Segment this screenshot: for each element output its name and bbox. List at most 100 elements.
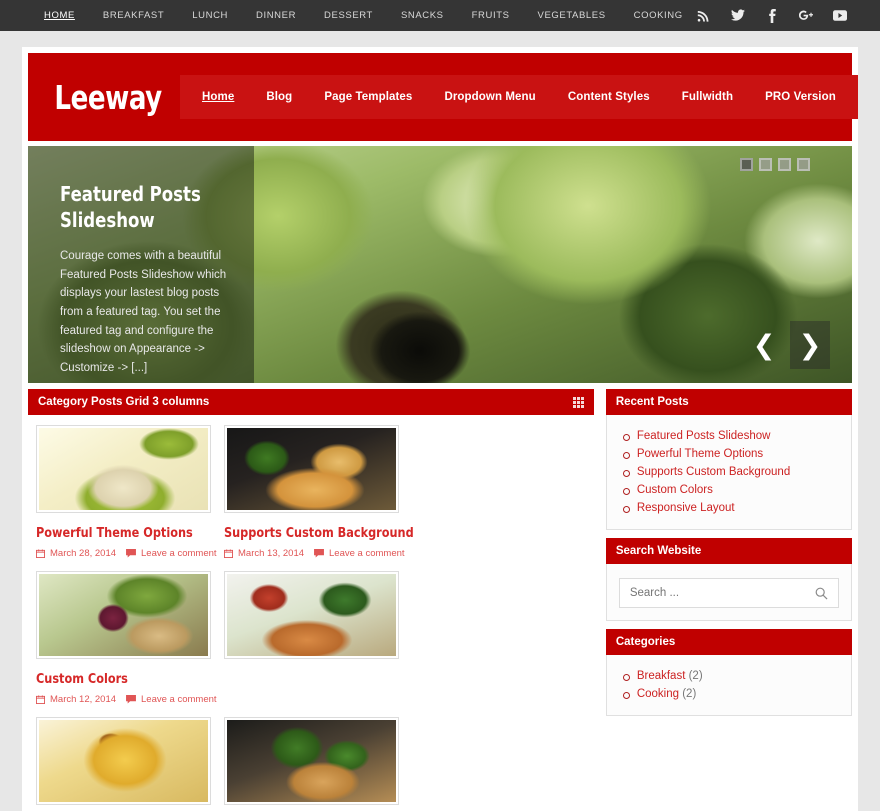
- post-card: [224, 571, 399, 705]
- nav-item-pro-version[interactable]: PRO Version: [749, 91, 852, 103]
- topnav-item-dinner[interactable]: DINNER: [242, 10, 310, 21]
- list-item[interactable]: Breakfast (2): [607, 667, 851, 685]
- topnav-item-vegetables[interactable]: VEGETABLES: [524, 10, 620, 21]
- topnav-item-lunch[interactable]: LUNCH: [178, 10, 242, 21]
- post-card: Supports Custom Background March 13, 201…: [224, 425, 414, 559]
- slide-pager: [740, 158, 810, 171]
- widget-search: Search Website: [605, 538, 852, 621]
- widget-title: Recent Posts: [605, 389, 852, 415]
- nav-item-blog[interactable]: Blog: [250, 91, 308, 103]
- social-links: [697, 8, 869, 23]
- recent-post-link[interactable]: Responsive Layout: [637, 502, 735, 514]
- post-thumbnail[interactable]: [224, 717, 399, 805]
- slide-title[interactable]: Featured Posts Slideshow: [60, 182, 218, 233]
- recent-post-link[interactable]: Powerful Theme Options: [637, 448, 763, 460]
- featured-posts-slideshow: Featured Posts Slideshow Courage comes w…: [28, 146, 852, 383]
- post-title[interactable]: Powerful Theme Options: [36, 525, 199, 541]
- main-column: Category Posts Grid 3 columns Powerful T…: [28, 389, 594, 805]
- search-form: [618, 578, 839, 608]
- post-title[interactable]: Custom Colors: [36, 671, 199, 687]
- chevron-left-icon[interactable]: ❮: [744, 321, 784, 369]
- recent-post-link[interactable]: Featured Posts Slideshow: [637, 430, 771, 442]
- grid-view-icon[interactable]: [572, 396, 584, 408]
- nav-item-content-styles[interactable]: Content Styles: [552, 91, 666, 103]
- site-logo[interactable]: Leeway: [28, 78, 162, 117]
- nav-item-fullwidth[interactable]: Fullwidth: [666, 91, 749, 103]
- post-meta: March 13, 2014 Leave a comment: [224, 548, 405, 559]
- content-columns: Category Posts Grid 3 columns Powerful T…: [28, 389, 852, 805]
- recent-post-link[interactable]: Supports Custom Background: [637, 466, 790, 478]
- list-item[interactable]: Custom Colors: [607, 481, 851, 499]
- post-thumbnail[interactable]: [36, 425, 211, 513]
- post-date: March 12, 2014: [50, 694, 117, 705]
- section-header-category-grid: Category Posts Grid 3 columns: [28, 389, 594, 415]
- category-link[interactable]: Breakfast: [637, 670, 686, 682]
- comment-bubble-icon: [314, 549, 324, 558]
- widget-categories: Categories Breakfast (2) Cooking (2): [605, 629, 852, 716]
- twitter-icon[interactable]: [730, 9, 745, 23]
- chevron-right-icon[interactable]: ❯: [790, 321, 830, 369]
- widget-title-text: Categories: [615, 636, 676, 648]
- post-grid: Powerful Theme Options March 28, 2014 Le…: [28, 415, 594, 805]
- list-item[interactable]: Powerful Theme Options: [607, 445, 851, 463]
- post-comments[interactable]: Leave a comment: [141, 694, 217, 705]
- slide-excerpt: Courage comes with a beautiful Featured …: [60, 250, 227, 374]
- site-header: Leeway Home Blog Page Templates Dropdown…: [28, 53, 858, 141]
- slide-dot-3[interactable]: [778, 158, 791, 171]
- slide-dot-4[interactable]: [797, 158, 810, 171]
- slide-arrows: ❮ ❯: [744, 321, 830, 369]
- nav-item-page-templates[interactable]: Page Templates: [308, 91, 428, 103]
- topnav-item-fruits[interactable]: FRUITS: [458, 10, 524, 21]
- calendar-icon: [36, 695, 45, 704]
- calendar-icon: [224, 549, 233, 558]
- category-count: (2): [682, 688, 697, 700]
- topnav-item-cooking[interactable]: COOKING: [620, 10, 697, 21]
- nav-item-dropdown-menu[interactable]: Dropdown Menu: [428, 91, 551, 103]
- slide-dot-2[interactable]: [759, 158, 772, 171]
- topnav-item-dessert[interactable]: DESSERT: [310, 10, 387, 21]
- recent-post-link[interactable]: Custom Colors: [637, 484, 713, 496]
- recent-posts-list: Featured Posts Slideshow Powerful Theme …: [607, 427, 851, 517]
- list-item[interactable]: Supports Custom Background: [607, 463, 851, 481]
- topnav-item-snacks[interactable]: SNACKS: [387, 10, 458, 21]
- list-item[interactable]: Cooking (2): [607, 685, 851, 703]
- topnav-item-breakfast[interactable]: BREAKFAST: [89, 10, 178, 21]
- post-meta: March 28, 2014 Leave a comment: [36, 548, 217, 559]
- post-comments[interactable]: Leave a comment: [329, 548, 405, 559]
- category-link[interactable]: Cooking: [637, 688, 679, 700]
- slide-dot-1[interactable]: [740, 158, 753, 171]
- post-card: Custom Colors March 12, 2014 Leave a com…: [36, 571, 217, 705]
- sidebar: Recent Posts Featured Posts Slideshow Po…: [605, 389, 852, 805]
- search-input[interactable]: [629, 587, 815, 599]
- post-comments[interactable]: Leave a comment: [141, 548, 217, 559]
- post-thumbnail[interactable]: [36, 571, 211, 659]
- widget-title-text: Search Website: [615, 545, 702, 557]
- top-bar: HOME BREAKFAST LUNCH DINNER DESSERT SNAC…: [0, 0, 880, 31]
- section-title: Category Posts Grid 3 columns: [38, 396, 210, 408]
- post-card: Powerful Theme Options March 28, 2014 Le…: [36, 425, 217, 559]
- list-item[interactable]: Featured Posts Slideshow: [607, 427, 851, 445]
- category-count: (2): [688, 670, 703, 682]
- post-title[interactable]: Supports Custom Background: [224, 525, 414, 541]
- list-item[interactable]: Responsive Layout: [607, 499, 851, 517]
- rss-icon[interactable]: [697, 9, 711, 23]
- facebook-icon[interactable]: [765, 8, 779, 23]
- slide-caption: Featured Posts Slideshow Courage comes w…: [28, 146, 254, 383]
- topnav-item-home[interactable]: HOME: [30, 10, 89, 21]
- comment-bubble-icon: [126, 695, 136, 704]
- search-icon[interactable]: [815, 587, 828, 600]
- post-date: March 28, 2014: [50, 548, 117, 559]
- youtube-icon[interactable]: [832, 9, 847, 23]
- widget-title: Search Website: [605, 538, 852, 564]
- post-thumbnail[interactable]: [36, 717, 211, 805]
- widget-title: Categories: [605, 629, 852, 655]
- google-plus-icon[interactable]: [798, 9, 813, 23]
- main-navigation: Home Blog Page Templates Dropdown Menu C…: [180, 75, 858, 119]
- widget-recent-posts: Recent Posts Featured Posts Slideshow Po…: [605, 389, 852, 530]
- post-thumbnail[interactable]: [224, 425, 399, 513]
- nav-item-home[interactable]: Home: [186, 91, 250, 103]
- post-thumbnail[interactable]: [224, 571, 399, 659]
- calendar-icon: [36, 549, 45, 558]
- post-meta: March 12, 2014 Leave a comment: [36, 694, 217, 705]
- comment-bubble-icon: [126, 549, 136, 558]
